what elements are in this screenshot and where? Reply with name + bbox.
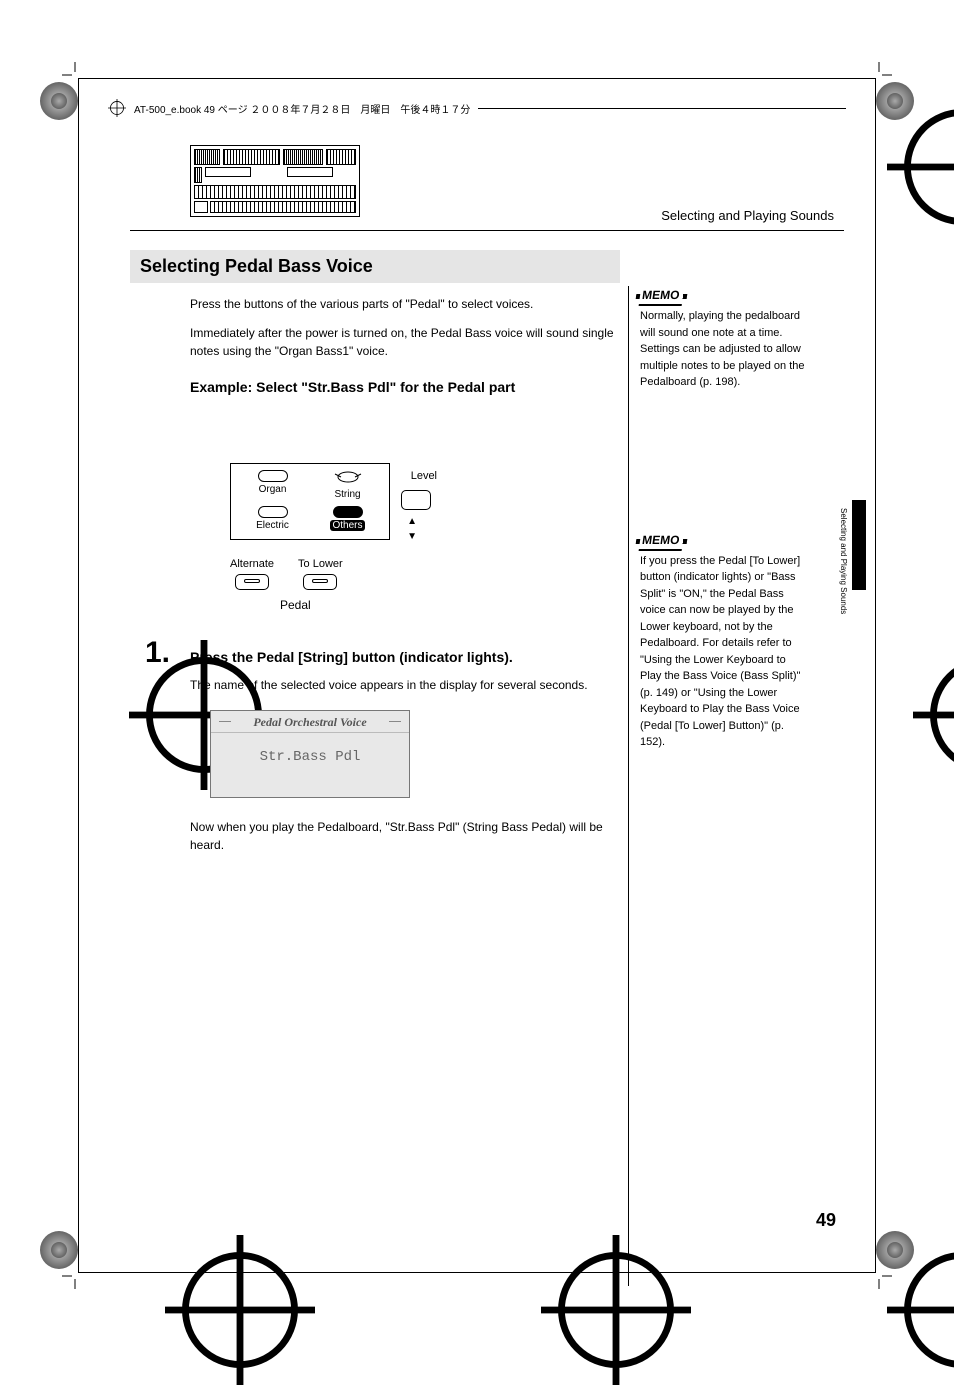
alternate-button: Alternate <box>230 558 274 590</box>
button-label: Others <box>330 520 364 531</box>
book-header-line: AT-500_e.book 49 ページ ２００８年７月２８日 月曜日 午後４時… <box>108 99 846 117</box>
page-number: 49 <box>816 1210 836 1231</box>
registration-target-icon <box>90 1235 112 1257</box>
registration-target-icon <box>812 1235 834 1257</box>
button-label: String <box>334 489 360 500</box>
side-column: MEMO Normally, playing the pedalboard wi… <box>640 286 810 891</box>
display-header: Pedal Orchestral Voice <box>211 711 409 733</box>
level-label: Level <box>411 470 437 482</box>
memo-block: MEMO If you press the Pedal [To Lower] b… <box>640 531 810 751</box>
level-arrows-icon: ▲▼ <box>407 516 417 542</box>
paragraph: Immediately after the power is turned on… <box>190 324 620 361</box>
button-label: Organ <box>259 484 287 495</box>
breadcrumb: Selecting and Playing Sounds <box>661 208 834 223</box>
header-rule <box>130 230 844 231</box>
memo-label-icon: MEMO <box>639 531 685 551</box>
vertical-rule <box>628 286 629 1286</box>
pedal-panel-diagram: 1 Organ String Electric Others Level ▲▼ <box>230 463 490 540</box>
memo-text: If you press the Pedal [To Lower] button… <box>640 553 810 751</box>
electric-button: Electric <box>239 506 306 531</box>
keyboard-diagram-icon <box>190 145 360 217</box>
step-title: Press the Pedal [String] button (indicat… <box>190 649 513 665</box>
step-row: 1. Press the Pedal [String] button (indi… <box>130 636 620 670</box>
registration-dot-icon <box>40 82 78 120</box>
step-body: The name of the selected voice appears i… <box>190 676 620 694</box>
memo-label-icon: MEMO <box>639 286 685 306</box>
side-vertical-text: Selecting and Playing Sounds <box>839 508 848 614</box>
step-number: 1. <box>130 636 170 670</box>
section-title: Selecting Pedal Bass Voice <box>130 250 620 283</box>
example-heading: Example: Select "Str.Bass Pdl" for the P… <box>190 379 620 395</box>
pedal-label: Pedal <box>280 598 620 612</box>
book-header-text: AT-500_e.book 49 ページ ２００８年７月２８日 月曜日 午後４時… <box>134 101 470 116</box>
paragraph: Press the buttons of the various parts o… <box>190 295 620 314</box>
memo-block: MEMO Normally, playing the pedalboard wi… <box>640 286 810 391</box>
lcd-display: Pedal Orchestral Voice Str.Bass Pdl <box>210 710 410 798</box>
to-lower-button: To Lower <box>298 558 343 590</box>
thumb-tab <box>852 500 866 590</box>
button-label: Electric <box>256 520 289 531</box>
button-label: To Lower <box>298 558 343 570</box>
string-button: String <box>314 470 381 500</box>
registration-target-icon <box>108 99 126 117</box>
rule-line <box>478 108 846 109</box>
step-after-text: Now when you play the Pedalboard, "Str.B… <box>190 818 620 854</box>
registration-target-icon <box>466 1235 488 1257</box>
registration-target-icon <box>54 640 76 662</box>
registration-dot-icon <box>40 1231 78 1269</box>
level-button <box>401 490 431 510</box>
page-content: Selecting and Playing Sounds Selecting P… <box>130 140 844 1231</box>
display-value: Str.Bass Pdl <box>211 749 409 765</box>
panel-box: Organ String Electric Others Level ▲▼ <box>230 463 390 540</box>
organ-button: Organ <box>239 470 306 500</box>
lower-button-row: Alternate To Lower <box>230 558 620 590</box>
others-button: Others <box>314 506 381 531</box>
main-column: Selecting Pedal Bass Voice Press the but… <box>130 250 620 854</box>
memo-text: Normally, playing the pedalboard will so… <box>640 308 810 391</box>
button-label: Alternate <box>230 558 274 570</box>
